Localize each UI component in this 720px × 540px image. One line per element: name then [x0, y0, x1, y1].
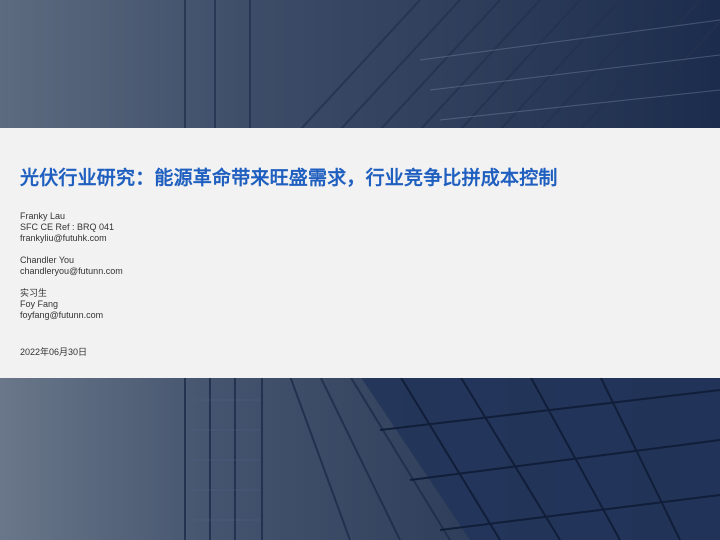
author-name: Chandler You [20, 255, 75, 265]
author-email: chandleryou@futunn.com [20, 266, 123, 276]
author-block: Franky Lau SFC CE Ref : BRQ 041 frankyli… [20, 211, 123, 244]
author-email: frankyliu@futuhk.com [20, 233, 107, 243]
author-role: 实习生 [20, 288, 48, 298]
author-block: Chandler You chandleryou@futunn.com [20, 255, 123, 277]
author-license: SFC CE Ref : BRQ 041 [20, 222, 115, 232]
author-name: Foy Fang [20, 299, 59, 309]
author-email: foyfang@futunn.com [20, 310, 104, 320]
report-date: 2022年06月30日 [20, 347, 88, 357]
cover-slide: 光伏行业研究：能源革命带来旺盛需求，行业竞争比拼成本控制 Franky Lau … [0, 0, 720, 540]
author-name: Franky Lau [20, 211, 66, 221]
author-block: 实习生 Foy Fang foyfang@futunn.com [20, 288, 123, 321]
author-list: Franky Lau SFC CE Ref : BRQ 041 frankyli… [20, 211, 123, 332]
report-title: 光伏行业研究：能源革命带来旺盛需求，行业竞争比拼成本控制 [20, 168, 558, 189]
